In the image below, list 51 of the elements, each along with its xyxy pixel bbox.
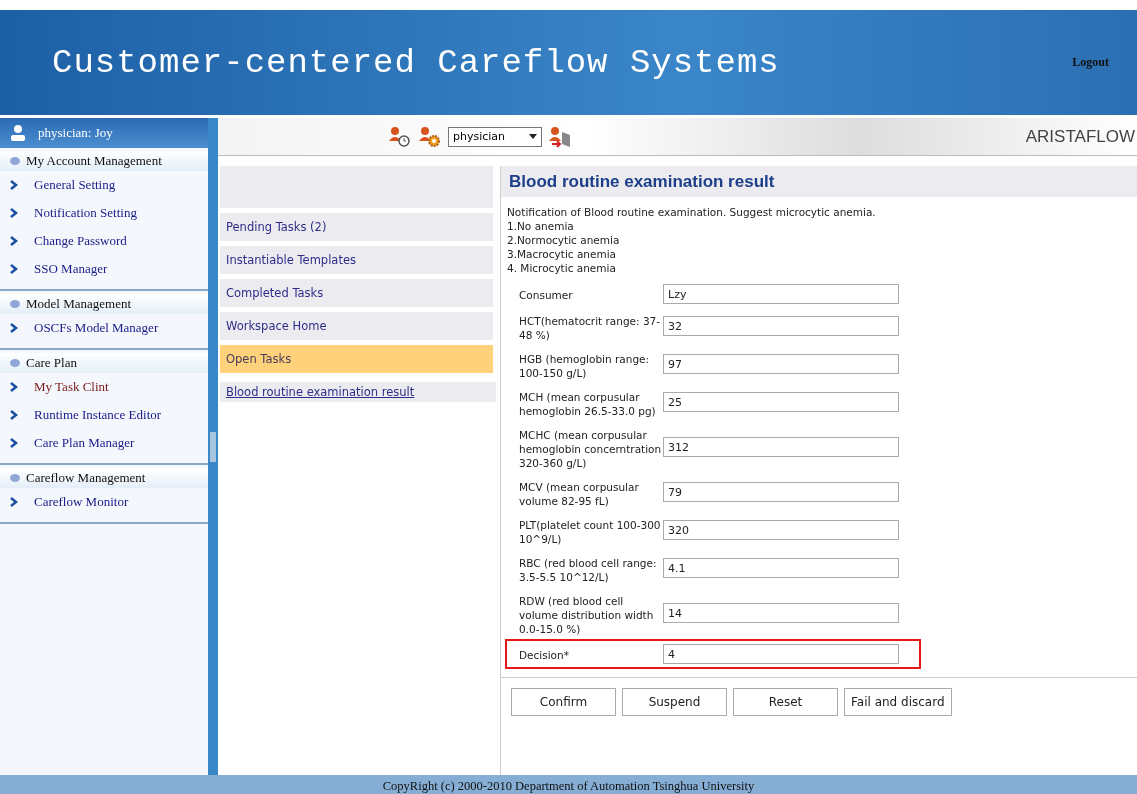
field-label: RBC (red blood cell range: 3.5-5.5 10^12/L)	[518, 556, 658, 584]
sidebar-item[interactable]: Care Plan Manager	[34, 435, 135, 451]
field-label: RDW (red blood cell volume distribution width 0.0-15.0 %)	[518, 594, 655, 636]
field-label: PLT(platelet count 100-300 10^9/L)	[518, 518, 662, 546]
action-button[interactable]: Fail and discard	[844, 688, 952, 716]
sidebar-item[interactable]: Change Password	[34, 233, 127, 249]
action-button[interactable]: Suspend	[622, 688, 727, 716]
task-tab[interactable]: Instantiable Templates	[220, 246, 493, 274]
sidebar-item[interactable]: SSO Manager	[34, 261, 108, 277]
group-title: Care Plan	[26, 355, 77, 371]
group-title: Model Management	[26, 296, 132, 312]
sidebar-item[interactable]: OSCFs Model Manager	[34, 320, 159, 336]
field-label: HCT(hematocrit range: 37-48 %)	[518, 314, 662, 342]
form-title: Blood routine examination result	[501, 166, 1137, 197]
input-field[interactable]: 97	[663, 354, 899, 374]
input-field[interactable]: 4.1	[663, 558, 899, 578]
field-label: MCHC (mean corpusular hemoglobin concerntration 320-360 g/L)	[518, 428, 663, 470]
user-name: physician: Joy	[38, 125, 113, 141]
sidebar-item[interactable]: Runtime Instance Editor	[34, 407, 162, 423]
field-label: MCV (mean corpusular volume 82-95 fL)	[518, 480, 640, 508]
task-tab[interactable]: Open Tasks	[220, 345, 493, 373]
input-field[interactable]: 32	[663, 316, 899, 336]
notification-text: Notification of Blood routine examination. Suggest microcytic anemia. 1.No anemia 2.Normocytic anemia 3.Macrocytic anemia 4. Microcytic anemia	[506, 205, 877, 276]
input-field[interactable]: 79	[663, 482, 899, 502]
logout-link[interactable]: Logout	[1072, 55, 1109, 70]
task-tab[interactable]: Workspace Home	[220, 312, 493, 340]
sidebar-item[interactable]: Careflow Monitor	[34, 494, 129, 510]
action-button[interactable]: Confirm	[511, 688, 616, 716]
input-field[interactable]: 14	[663, 603, 899, 623]
input-field[interactable]: Lzy	[663, 284, 899, 304]
field-label: Consumer	[518, 288, 574, 302]
field-label: Decision*	[518, 648, 570, 662]
app-title: Customer-centered Careflow Systems	[52, 43, 780, 82]
task-link[interactable]: Blood routine examination result	[220, 382, 496, 402]
input-field[interactable]: 25	[663, 392, 899, 412]
task-tab[interactable]: Pending Tasks (2)	[220, 213, 493, 241]
input-field[interactable]: 4	[663, 644, 899, 664]
input-field[interactable]: 320	[663, 520, 899, 540]
brand-logo: ARISTAFLOW	[1025, 126, 1135, 147]
action-button[interactable]: Reset	[733, 688, 838, 716]
footer: CopyRight (c) 2000-2010 Department of Automation Tsinghua University	[0, 775, 1137, 794]
group-title: My Account Management	[26, 153, 162, 169]
field-label: MCH (mean corpusular hemoglobin 26.5-33.0 pg)	[518, 390, 657, 418]
input-field[interactable]: 312	[663, 437, 899, 457]
sidebar-item[interactable]: Notification Setting	[34, 205, 137, 221]
role-select[interactable]: physician	[448, 126, 542, 147]
sidebar-item[interactable]: My Task Clint	[34, 379, 109, 395]
field-label: HGB (hemoglobin range: 100-150 g/L)	[518, 352, 651, 380]
group-title: Careflow Management	[26, 470, 146, 486]
task-tab[interactable]: Completed Tasks	[220, 279, 493, 307]
sidebar-item[interactable]: General Setting	[34, 177, 116, 193]
